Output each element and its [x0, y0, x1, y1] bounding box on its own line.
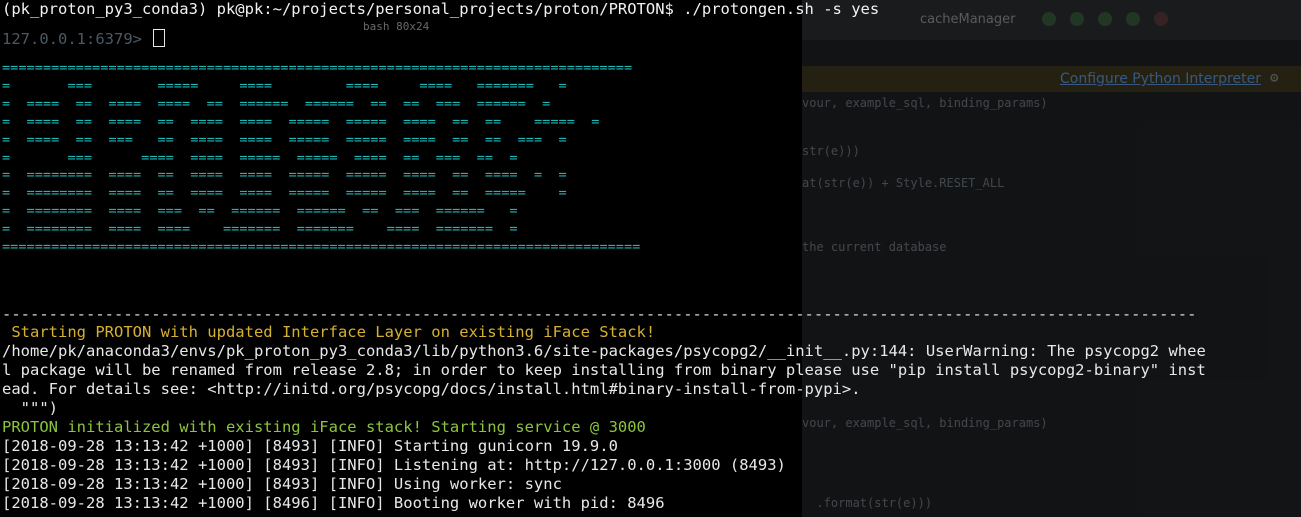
log-line: [2018-09-28 13:13:42 +1000] [8493] [INFO… [2, 456, 786, 474]
log-line: [2018-09-28 13:13:42 +1000] [8496] [INFO… [2, 494, 665, 512]
ascii-banner-line: ========================================… [2, 60, 633, 76]
ascii-banner-line: = === ==== ==== ===== ===== ==== == === … [2, 149, 518, 166]
starting-message: Starting PROTON with updated Interface L… [2, 323, 656, 341]
init-message: PROTON initialized with existing iFace s… [2, 418, 646, 436]
ide-shade [802, 0, 1301, 517]
ascii-banner-line: = ==== == ==== ==== == ====== ====== == … [2, 95, 551, 112]
ascii-banner-line: = ======== ==== == ==== ==== ===== =====… [2, 185, 567, 202]
ascii-banner-line: = ==== == === == ==== ==== ===== ===== =… [2, 131, 567, 148]
ascii-banner-line: ========================================… [2, 239, 641, 256]
ide-window: cacheManager Configure Python Interprete… [802, 0, 1301, 517]
redis-prompt: 127.0.0.1:6379> [2, 29, 166, 49]
ascii-banner-line: = === ===== ==== ==== ==== ======= = [2, 77, 567, 94]
ascii-banner-line: = ======== ==== ==== ======= ======= ===… [2, 221, 518, 238]
shell-prompt-line: (pk_proton_py3_conda3) pk@pk:~/projects/… [2, 0, 880, 18]
log-line: [2018-09-28 13:13:42 +1000] [8493] [INFO… [2, 475, 562, 493]
ascii-banner-line: = ======== ==== === == ====== ====== == … [2, 203, 518, 220]
cursor-icon [153, 29, 166, 47]
warning-line: ead. For details see: <http://initd.org/… [2, 380, 861, 398]
ascii-banner-line: = ==== == ==== == ==== ==== ===== ===== … [2, 113, 600, 130]
terminal-background [0, 0, 802, 517]
ascii-banner: ========================================… [2, 60, 640, 257]
ascii-banner-line: = ======== ==== == ==== ==== ===== =====… [2, 167, 567, 184]
tmux-tab-label: bash 80x24 [363, 20, 430, 33]
redis-prompt-text: 127.0.0.1:6379> [2, 30, 142, 48]
log-line: [2018-09-28 13:13:42 +1000] [8493] [INFO… [2, 437, 618, 455]
warning-line: """) [2, 399, 58, 417]
